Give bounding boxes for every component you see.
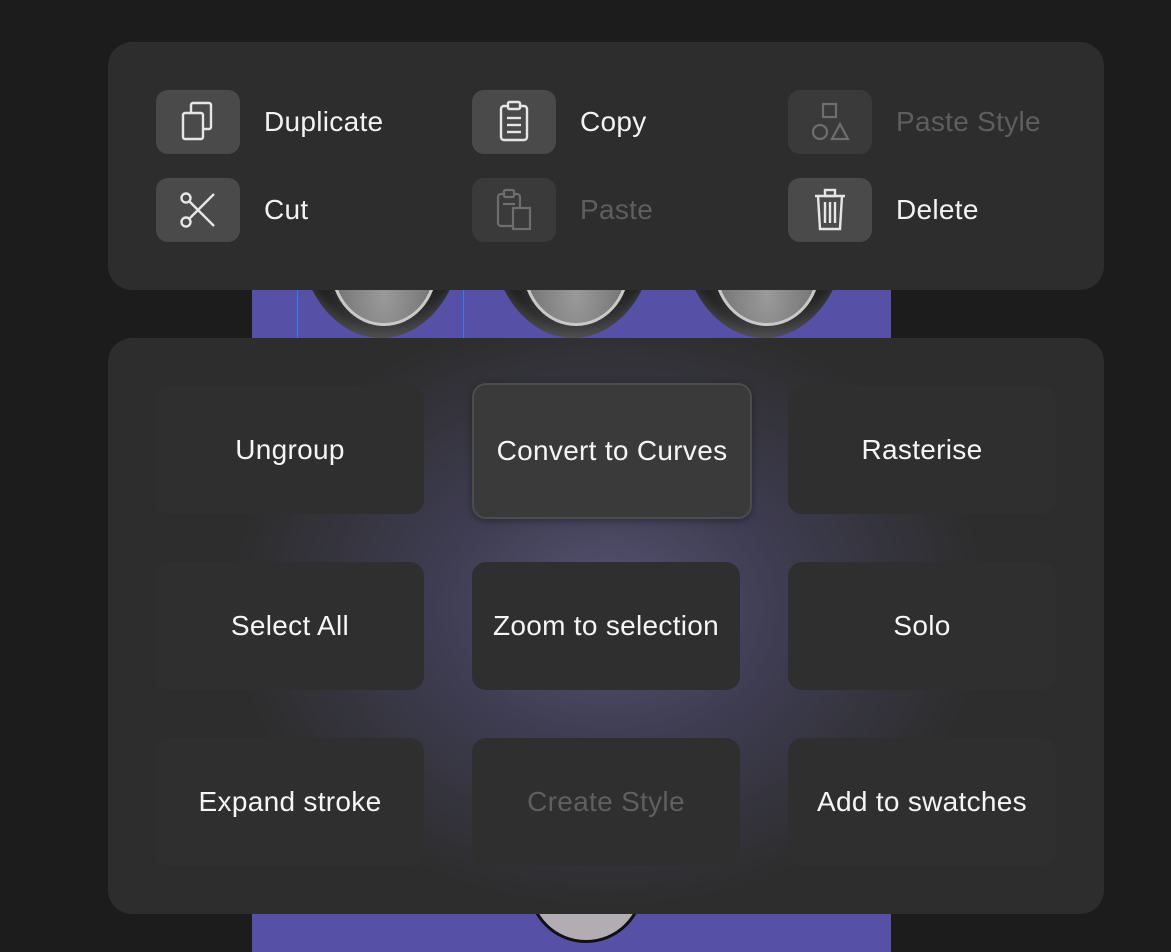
duplicate-action[interactable]: Duplicate (156, 90, 383, 154)
delete-action[interactable]: Delete (788, 178, 979, 242)
clipboard-icon (499, 100, 529, 142)
cut-action[interactable]: Cut (156, 178, 308, 242)
paste-style-icon-tile[interactable] (788, 90, 872, 154)
delete-icon-tile[interactable] (788, 178, 872, 242)
edit-menu-panel: Duplicate Copy Paste Style Cut Paste Del… (108, 42, 1104, 290)
zoom-to-selection-button[interactable]: Zoom to selection (472, 562, 740, 690)
duplicate-icon (181, 101, 213, 141)
copy-label: Copy (580, 106, 647, 137)
rasterise-button[interactable]: Rasterise (788, 386, 1056, 514)
paste-icon-tile[interactable] (472, 178, 556, 242)
solo-button[interactable]: Solo (788, 562, 1056, 690)
add-to-swatches-button[interactable]: Add to swatches (788, 738, 1056, 866)
paste-style-action[interactable]: Paste Style (788, 90, 1041, 154)
paste-style-label: Paste Style (896, 106, 1041, 137)
scissors-icon (180, 192, 215, 228)
duplicate-label: Duplicate (264, 106, 384, 137)
select-all-button[interactable]: Select All (156, 562, 424, 690)
paste-action[interactable]: Paste (472, 178, 653, 242)
create-style-button[interactable]: Create Style (472, 738, 740, 866)
trash-icon (815, 188, 845, 231)
convert-to-curves-button[interactable]: Convert to Curves (472, 383, 752, 519)
expand-stroke-button[interactable]: Expand stroke (156, 738, 424, 866)
action-grid-panel: Ungroup Convert to Curves Rasterise Sele… (108, 338, 1104, 914)
delete-label: Delete (896, 194, 979, 225)
paste-label: Paste (580, 194, 654, 225)
cut-icon-tile[interactable] (156, 178, 240, 242)
copy-action[interactable]: Copy (472, 90, 647, 154)
duplicate-icon-tile[interactable] (156, 90, 240, 154)
copy-icon-tile[interactable] (472, 90, 556, 154)
paste-icon (496, 188, 532, 231)
cut-label: Cut (264, 194, 309, 225)
shapes-icon (811, 102, 850, 141)
ungroup-button[interactable]: Ungroup (156, 386, 424, 514)
